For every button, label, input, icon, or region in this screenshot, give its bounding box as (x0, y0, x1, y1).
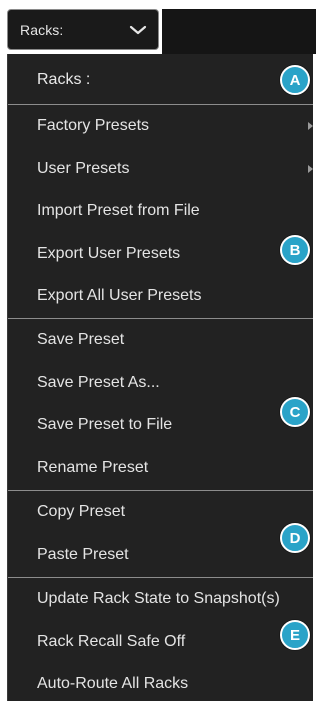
menu-item-label: Factory Presets (37, 117, 150, 135)
menu-item-label: Paste Preset (37, 545, 129, 563)
menu-section-rack: Update Rack State to Snapshot(s) Rack Re… (8, 578, 313, 703)
screen: Racks: Racks : A Factory Presets User Pr… (0, 0, 316, 703)
menu-section-save: Save Preset Save Preset As... Save Prese… (8, 319, 313, 491)
menu-section-presets: Factory Presets User Presets Import Pres… (8, 105, 313, 319)
menu-item-rack-recall-safe-off[interactable]: Rack Recall Safe Off (8, 621, 313, 664)
menu-item-label: Export User Presets (37, 244, 181, 262)
top-bar: Racks: (0, 0, 316, 54)
menu-item-save-preset[interactable]: Save Preset (8, 319, 313, 362)
racks-dropdown-label: Racks: (20, 22, 64, 38)
menu-item-label: Auto-Route All Racks (37, 675, 189, 693)
menu-item-label: User Presets (37, 159, 130, 177)
menu-header-label: Racks : (37, 71, 91, 88)
racks-dropdown[interactable]: Racks: (7, 9, 159, 50)
badge-letter: A (289, 71, 301, 89)
menu-item-paste-preset[interactable]: Paste Preset (8, 534, 313, 577)
menu-item-export-all-user-presets[interactable]: Export All User Presets (8, 275, 313, 318)
callout-badge-a: A (280, 65, 310, 95)
menu-item-save-preset-to-file[interactable]: Save Preset to File (8, 404, 313, 447)
menu-item-copy-preset[interactable]: Copy Preset (8, 491, 313, 534)
menu-item-label: Update Rack State to Snapshot(s) (37, 590, 280, 608)
submenu-arrow-icon (308, 122, 313, 130)
menu-item-save-preset-as[interactable]: Save Preset As... (8, 362, 313, 405)
callout-badge-d: D (280, 523, 310, 553)
menu-item-label: Rename Preset (37, 458, 149, 476)
menu-item-update-rack-state[interactable]: Update Rack State to Snapshot(s) (8, 578, 313, 621)
menu-section-clipboard: Copy Preset Paste Preset D (8, 491, 313, 578)
menu-item-export-user-presets[interactable]: Export User Presets (8, 233, 313, 276)
callout-badge-c: C (280, 397, 310, 427)
menu-item-label: Save Preset (37, 331, 125, 349)
menu-item-user-presets[interactable]: User Presets (8, 148, 313, 191)
callout-badge-e: E (280, 620, 310, 650)
menu-item-label: Copy Preset (37, 503, 126, 521)
menu-item-rename-preset[interactable]: Rename Preset (8, 447, 313, 490)
callout-badge-b: B (280, 235, 310, 265)
submenu-arrow-icon (308, 164, 313, 173)
menu-item-factory-presets[interactable]: Factory Presets (8, 105, 313, 148)
menu-item-auto-route-all-racks[interactable]: Auto-Route All Racks (8, 663, 313, 703)
badge-letter: B (289, 241, 301, 259)
menu-item-import-preset[interactable]: Import Preset from File (8, 190, 313, 233)
chevron-down-icon (129, 25, 147, 35)
menu-item-label: Export All User Presets (37, 287, 202, 305)
menu-item-label: Save Preset As... (37, 373, 160, 391)
racks-menu: Racks : A Factory Presets User Presets I… (7, 54, 313, 701)
background-panel (162, 9, 316, 54)
badge-letter: E (289, 626, 300, 644)
menu-header: Racks : A (8, 54, 313, 105)
menu-item-label: Rack Recall Safe Off (37, 632, 186, 650)
menu-item-label: Save Preset to File (37, 416, 173, 434)
menu-item-label: Import Preset from File (37, 202, 200, 220)
badge-letter: D (289, 529, 301, 547)
badge-letter: C (289, 403, 301, 421)
